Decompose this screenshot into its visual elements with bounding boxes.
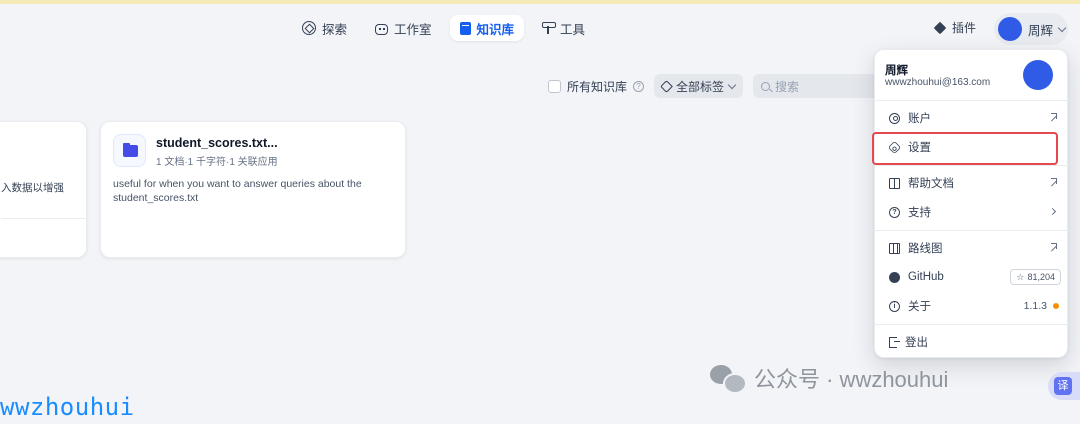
menu-item-account[interactable]: 账户	[875, 105, 1069, 131]
menu-item-label: 支持	[908, 207, 931, 219]
menu-item-logout[interactable]: 登出	[875, 329, 1069, 355]
chevron-down-icon	[1057, 23, 1067, 32]
menu-user-email: wwwzhouhui@163.com	[885, 77, 991, 88]
folder-icon-box	[113, 134, 146, 167]
menu-item-support[interactable]: ? 支持	[875, 199, 1069, 225]
robot-icon	[375, 23, 389, 35]
card-snippet: 入数据以增强	[1, 182, 64, 194]
nav-studio[interactable]: 工作室	[365, 15, 442, 41]
external-link-icon	[1051, 113, 1057, 119]
menu-item-label: GitHub	[908, 271, 944, 283]
settings-highlight-box	[872, 132, 1058, 165]
cube-icon	[933, 21, 947, 34]
watermark-text: 公众号 · wwzhouhui	[754, 367, 949, 392]
external-link-icon	[1051, 243, 1057, 249]
github-stars-badge[interactable]: ☆ 81,204	[1010, 269, 1061, 285]
github-stars-count: 81,204	[1027, 272, 1055, 282]
menu-avatar	[1023, 60, 1053, 90]
user-menu-button[interactable]: 周辉	[994, 13, 1068, 45]
menu-divider	[875, 324, 1069, 325]
main-nav: 探索 工作室 知识库 工具	[292, 15, 595, 41]
nav-knowledge-label: 知识库	[476, 22, 515, 37]
logout-icon	[889, 336, 900, 348]
menu-item-label: 登出	[905, 337, 928, 349]
chevron-down-icon	[727, 80, 737, 89]
menu-item-label: 路线图	[908, 243, 943, 255]
menu-divider	[875, 165, 1069, 166]
create-kb-card[interactable]: 入数据以增强	[0, 121, 88, 258]
avatar	[998, 17, 1022, 41]
menu-item-help-docs[interactable]: 帮助文档	[875, 170, 1069, 196]
card-meta: 1 文档·1 千字符·1 关联应用	[156, 157, 278, 168]
tag-icon	[660, 79, 673, 93]
map-icon	[889, 242, 900, 254]
menu-divider	[875, 100, 1069, 101]
nav-explore[interactable]: 探索	[292, 15, 357, 41]
all-kb-label: 所有知识库	[567, 79, 628, 94]
translate-icon: 译	[1054, 377, 1072, 395]
menu-item-github[interactable]: GitHub ☆ 81,204	[875, 264, 1069, 290]
compass-icon	[302, 21, 316, 35]
book-open-icon	[889, 177, 900, 189]
book-icon	[459, 21, 471, 35]
all-kb-toggle[interactable]: 所有知识库 ?	[548, 78, 645, 95]
nav-tools[interactable]: 工具	[532, 15, 595, 41]
version-text: 1.1.3	[1023, 300, 1047, 312]
menu-item-label: 关于	[908, 301, 931, 313]
update-dot	[1053, 303, 1059, 309]
search-icon	[761, 81, 771, 91]
menu-user-name: 周辉	[885, 65, 908, 77]
search-input[interactable]: 搜索	[753, 74, 884, 98]
nav-knowledge[interactable]: 知识库	[449, 15, 525, 41]
info-icon: i	[889, 300, 900, 312]
star-icon: ☆	[1016, 271, 1025, 282]
tag-filter-select[interactable]: 全部标签	[654, 74, 744, 98]
user-name: 周辉	[1028, 23, 1054, 38]
tag-filter-label: 全部标签	[676, 79, 725, 94]
menu-item-label: 帮助文档	[908, 178, 954, 190]
help-circle-icon: ?	[889, 206, 900, 218]
watermark: 公众号 · wwzhouhui	[710, 362, 948, 394]
all-kb-checkbox[interactable]	[548, 79, 561, 93]
chevron-right-icon	[1048, 207, 1057, 216]
card-title: student_scores.txt...	[156, 136, 278, 150]
menu-item-label: 账户	[908, 113, 931, 125]
nav-tools-label: 工具	[560, 22, 586, 37]
knowledge-card[interactable]: student_scores.txt... 1 文档·1 千字符·1 关联应用 …	[100, 121, 406, 258]
corner-watermark: wwzhouhui	[0, 393, 135, 421]
folder-icon	[123, 143, 138, 157]
menu-item-about[interactable]: i 关于 1.1.3	[875, 293, 1069, 319]
hammer-icon	[542, 21, 557, 35]
user-dropdown-menu: 周辉 wwwzhouhui@163.com 账户 设置 帮助文档 ? 支持 路线…	[874, 49, 1069, 358]
nav-studio-label: 工作室	[394, 22, 432, 37]
filter-bar: 所有知识库 ? 全部标签 搜索	[548, 74, 884, 98]
menu-item-roadmap[interactable]: 路线图	[875, 235, 1069, 261]
card-divider	[1, 218, 88, 219]
search-placeholder: 搜索	[775, 79, 800, 94]
user-circle-icon	[889, 112, 900, 124]
nav-explore-label: 探索	[322, 22, 348, 37]
plugins-label: 插件	[952, 21, 977, 35]
menu-divider	[875, 230, 1069, 231]
external-link-icon	[1051, 178, 1057, 184]
card-description: useful for when you want to answer queri…	[113, 178, 362, 204]
github-icon	[889, 271, 900, 283]
wechat-icon	[710, 365, 747, 394]
top-bar: 探索 工作室 知识库 工具 插件 周辉	[0, 4, 1080, 50]
plugins-button[interactable]: 插件	[933, 19, 977, 36]
help-icon[interactable]: ?	[633, 80, 645, 92]
translate-button[interactable]: 译	[1048, 372, 1080, 400]
